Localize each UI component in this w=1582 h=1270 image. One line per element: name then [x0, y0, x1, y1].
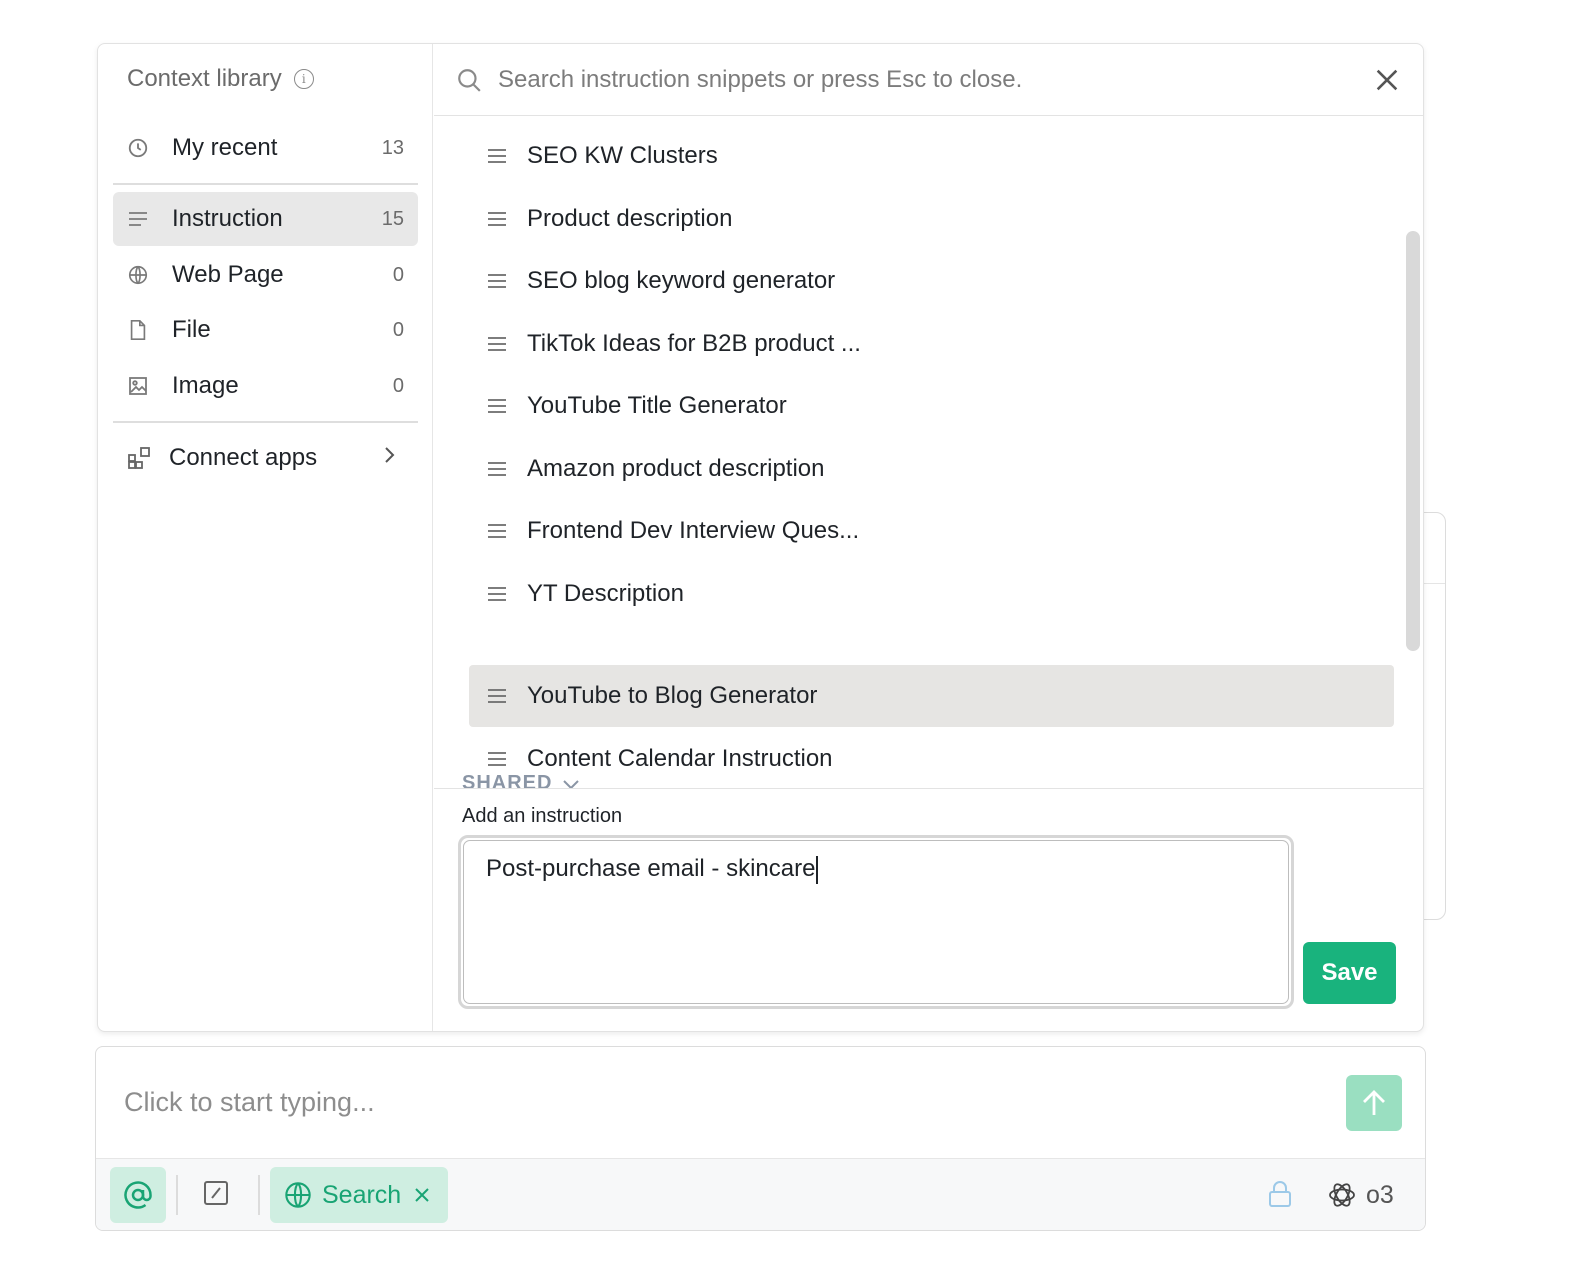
- file-icon: [126, 318, 150, 342]
- apps-icon: [127, 445, 153, 471]
- list-item[interactable]: Content Calendar Instruction: [469, 728, 1394, 788]
- scrollbar[interactable]: [1406, 231, 1420, 651]
- list-item[interactable]: SEO KW Clusters: [469, 125, 1394, 187]
- connect-apps-button[interactable]: Connect apps: [113, 430, 418, 486]
- list-item-label: YouTube Title Generator: [527, 392, 787, 419]
- toolbar-divider: [176, 1175, 178, 1215]
- sidebar-item-count: 0: [392, 263, 404, 286]
- chat-composer: Click to start typing... Search o3: [95, 1046, 1426, 1231]
- lines-icon: [488, 462, 506, 476]
- openai-icon: [1329, 1183, 1355, 1207]
- context-library-modal: Context library i My recent 13 Instructi…: [97, 43, 1424, 1032]
- composer-toolbar: Search o3: [96, 1158, 1425, 1230]
- search-bar: [434, 44, 1423, 116]
- toolbar-divider: [258, 1175, 260, 1215]
- list-item[interactable]: Amazon product description: [469, 438, 1394, 500]
- sidebar-item-label: File: [172, 316, 211, 343]
- at-icon: [124, 1181, 152, 1209]
- add-instruction-label: Add an instruction: [462, 805, 623, 827]
- sidebar-item-image[interactable]: Image 0: [113, 359, 418, 413]
- image-icon: [126, 374, 150, 398]
- list-item[interactable]: Product description: [469, 188, 1394, 250]
- list-item-label: YT Description: [527, 580, 684, 607]
- sidebar-item-count: 13: [381, 136, 404, 159]
- search-chip-label: Search: [322, 1180, 402, 1209]
- info-icon[interactable]: i: [293, 69, 314, 89]
- lines-icon: [488, 689, 506, 703]
- arrow-up-icon: [1363, 1090, 1385, 1115]
- sidebar: Context library i My recent 13 Instructi…: [98, 44, 433, 1031]
- lines-icon: [488, 399, 506, 413]
- lines-icon: [488, 752, 506, 766]
- list-item-highlighted[interactable]: YouTube to Blog Generator: [469, 665, 1394, 727]
- chevron-down-icon: [563, 779, 580, 788]
- add-instruction-field[interactable]: Post-purchase email - skincare: [458, 835, 1294, 1009]
- lines-icon: [126, 207, 150, 231]
- slash-command-icon[interactable]: [202, 1179, 230, 1207]
- lines-icon: [488, 274, 506, 288]
- search-input[interactable]: [498, 65, 1373, 94]
- globe-icon: [126, 263, 150, 287]
- list-item-label: Amazon product description: [527, 455, 825, 482]
- sidebar-item-count: 0: [392, 318, 404, 341]
- list-item[interactable]: SEO blog keyword generator: [469, 250, 1394, 312]
- shared-section-header[interactable]: SHARED: [462, 772, 580, 788]
- sidebar-item-instruction[interactable]: Instruction 15: [113, 192, 418, 246]
- lines-icon: [488, 524, 506, 538]
- list-item[interactable]: YT Description: [469, 563, 1394, 625]
- lines-icon: [488, 337, 506, 351]
- chevron-right-icon: [382, 444, 396, 472]
- close-icon[interactable]: [1373, 66, 1401, 94]
- clock-icon: [126, 136, 150, 160]
- composer-input[interactable]: Click to start typing...: [124, 1087, 375, 1118]
- shared-label: SHARED: [462, 772, 553, 788]
- list-item-label: Product description: [527, 205, 733, 232]
- sidebar-divider: [113, 183, 418, 185]
- text-caret: [816, 855, 819, 884]
- sidebar-title: Context library i: [127, 64, 314, 94]
- sidebar-item-my-recent[interactable]: My recent 13: [113, 121, 418, 175]
- sidebar-item-file[interactable]: File 0: [113, 303, 418, 357]
- instruction-list: SEO KW Clusters Product description SEO …: [434, 117, 1423, 788]
- add-instruction-value: Post-purchase email - skincare: [486, 855, 816, 882]
- connect-apps-label: Connect apps: [169, 444, 318, 471]
- lines-icon: [488, 149, 506, 163]
- list-item-label: SEO blog keyword generator: [527, 267, 836, 294]
- list-item[interactable]: TikTok Ideas for B2B product ...: [469, 313, 1394, 375]
- search-icon: [458, 68, 481, 92]
- list-item-label: Content Calendar Instruction: [527, 745, 833, 772]
- search-chip[interactable]: Search: [270, 1167, 448, 1223]
- close-icon[interactable]: [413, 1186, 431, 1204]
- mention-button[interactable]: [110, 1167, 166, 1223]
- sidebar-item-label: My recent: [172, 134, 278, 161]
- model-selector[interactable]: o3: [1326, 1175, 1394, 1215]
- sidebar-divider: [113, 421, 418, 423]
- sidebar-item-web-page[interactable]: Web Page 0: [113, 248, 418, 302]
- list-item-label: SEO KW Clusters: [527, 142, 718, 169]
- model-label: o3: [1366, 1180, 1394, 1209]
- sidebar-title-text: Context library: [127, 65, 282, 92]
- list-item-label: Frontend Dev Interview Ques...: [527, 517, 860, 544]
- sidebar-item-count: 0: [392, 374, 404, 397]
- globe-icon: [285, 1182, 311, 1208]
- list-item-label: YouTube to Blog Generator: [527, 682, 818, 709]
- lines-icon: [488, 587, 506, 601]
- save-button[interactable]: Save: [1303, 942, 1396, 1004]
- lines-icon: [488, 212, 506, 226]
- sidebar-item-label: Web Page: [172, 261, 284, 288]
- instruction-panel: SEO KW Clusters Product description SEO …: [434, 44, 1423, 1031]
- sidebar-item-label: Instruction: [172, 205, 283, 232]
- add-instruction-section: Add an instruction Post-purchase email -…: [434, 788, 1423, 1031]
- sidebar-item-label: Image: [172, 372, 239, 399]
- sidebar-item-count: 15: [381, 207, 404, 230]
- list-item-label: TikTok Ideas for B2B product ...: [527, 330, 861, 357]
- send-button[interactable]: [1346, 1075, 1402, 1131]
- list-item[interactable]: YouTube Title Generator: [469, 375, 1394, 437]
- list-item[interactable]: Frontend Dev Interview Ques...: [469, 500, 1394, 562]
- lock-icon[interactable]: [1266, 1179, 1294, 1209]
